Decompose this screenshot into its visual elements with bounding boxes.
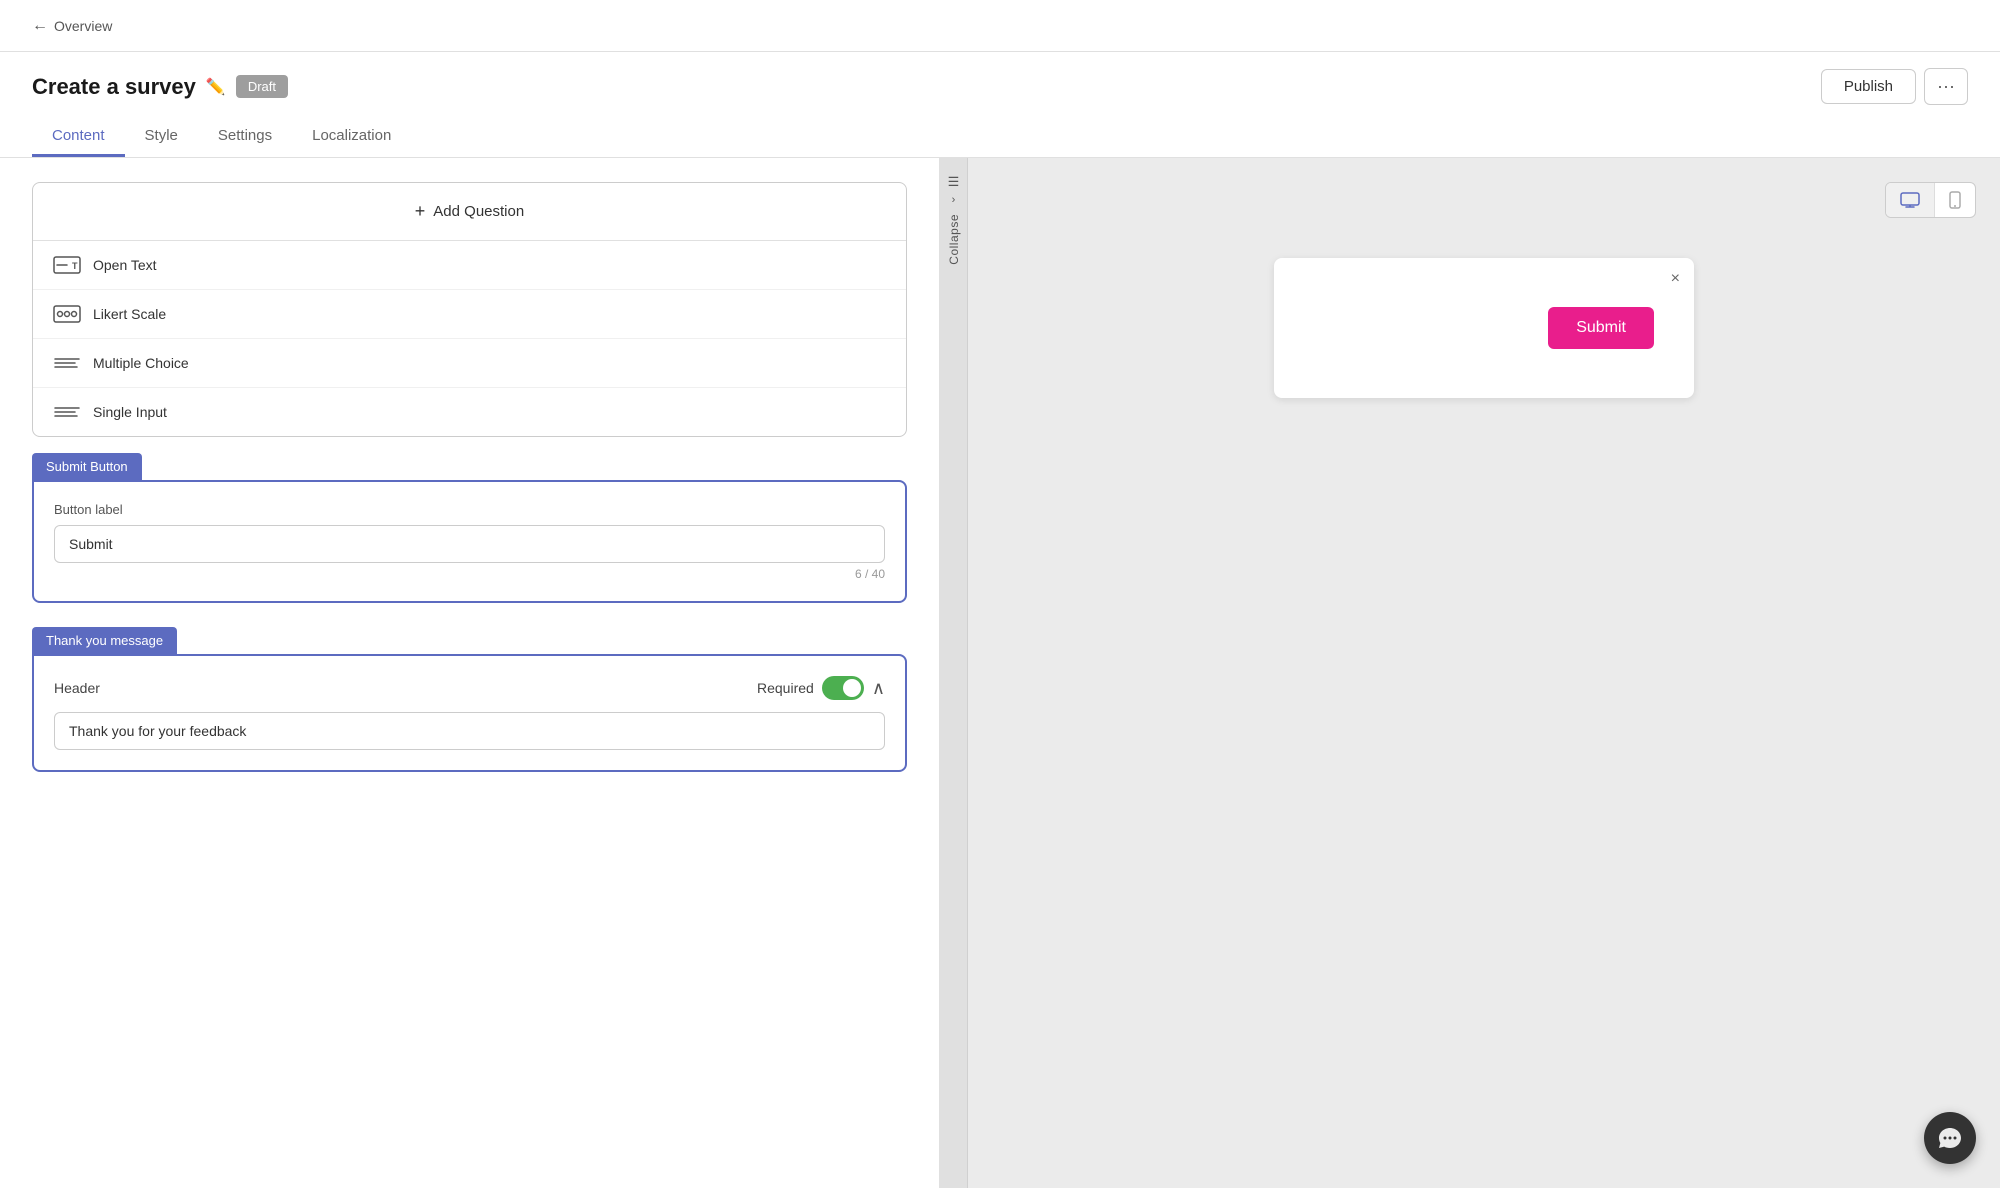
back-link[interactable]: ← Overview <box>32 17 112 35</box>
tab-content[interactable]: Content <box>32 117 125 157</box>
more-options-button[interactable]: ··· <box>1924 68 1968 105</box>
thank-you-header-input[interactable] <box>54 712 885 750</box>
tab-settings[interactable]: Settings <box>198 117 292 157</box>
add-question-button[interactable]: + Add Question <box>33 183 906 240</box>
question-type-likert[interactable]: Likert Scale <box>33 290 906 339</box>
page-header: Create a survey ✏️ Draft Publish ··· Con… <box>0 52 2000 158</box>
likert-icon <box>53 304 81 324</box>
back-link-label: Overview <box>54 18 112 34</box>
preview-close-icon[interactable]: × <box>1671 270 1680 288</box>
char-count: 6 / 40 <box>54 567 885 581</box>
thank-you-content: Header Required ∧ <box>32 654 907 772</box>
left-panel: + Add Question T Open Text <box>0 158 940 1188</box>
required-toggle-row: Required ∧ <box>757 676 885 700</box>
button-label-input[interactable] <box>54 525 885 563</box>
collapse-label: Collapse <box>947 214 961 265</box>
question-type-open-text[interactable]: T Open Text <box>33 241 906 290</box>
question-type-list: T Open Text Likert Sc <box>33 240 906 436</box>
required-text-label: Required <box>757 680 814 696</box>
question-type-multiple-choice[interactable]: Multiple Choice <box>33 339 906 388</box>
desktop-preview-button[interactable] <box>1886 183 1935 217</box>
add-question-card: + Add Question T Open Text <box>32 182 907 437</box>
multiple-choice-icon <box>53 353 81 373</box>
collapse-sidebar[interactable]: ☰ › Collapse <box>940 158 968 1188</box>
title-area: Create a survey ✏️ Draft <box>32 74 288 100</box>
header-field-label: Header <box>54 680 100 696</box>
likert-label: Likert Scale <box>93 306 166 322</box>
draft-badge: Draft <box>236 75 288 98</box>
back-arrow-icon: ← <box>32 17 48 35</box>
right-panel: × Submit <box>968 158 2000 1188</box>
tab-localization[interactable]: Localization <box>292 117 411 157</box>
tab-bar: Content Style Settings Localization <box>32 117 1968 157</box>
single-input-label: Single Input <box>93 404 167 420</box>
question-type-single-input[interactable]: Single Input <box>33 388 906 436</box>
main-layout: + Add Question T Open Text <box>0 158 2000 1188</box>
plus-icon: + <box>415 201 426 222</box>
svg-text:T: T <box>72 261 78 271</box>
multiple-choice-label: Multiple Choice <box>93 355 189 371</box>
publish-button[interactable]: Publish <box>1821 69 1916 104</box>
open-text-icon: T <box>53 255 81 275</box>
edit-title-icon[interactable]: ✏️ <box>206 77 226 97</box>
button-label-field-label: Button label <box>54 502 885 517</box>
chat-bubble[interactable] <box>1924 1112 1976 1164</box>
preview-toolbar <box>1885 182 1976 218</box>
open-text-label: Open Text <box>93 257 157 273</box>
top-nav: ← Overview <box>0 0 2000 52</box>
collapse-section-icon[interactable]: ∧ <box>872 678 885 699</box>
submit-button-content: Button label 6 / 40 <box>32 480 907 603</box>
single-input-icon <box>53 402 81 422</box>
mobile-preview-button[interactable] <box>1935 183 1975 217</box>
preview-submit-button[interactable]: Submit <box>1548 307 1654 349</box>
add-question-label: Add Question <box>433 203 524 220</box>
page-title: Create a survey <box>32 74 196 100</box>
header-actions: Publish ··· <box>1821 68 1968 105</box>
required-toggle[interactable] <box>822 676 864 700</box>
collapse-arrow-icon: › <box>952 194 956 206</box>
submit-button-tab[interactable]: Submit Button <box>32 453 142 480</box>
required-row: Header Required ∧ <box>54 676 885 700</box>
collapse-menu-icon: ☰ <box>948 174 960 190</box>
survey-preview-card: × Submit <box>1274 258 1694 398</box>
thank-you-tab[interactable]: Thank you message <box>32 627 177 654</box>
toggle-knob <box>843 679 861 697</box>
submit-button-section: Submit Button Button label 6 / 40 <box>32 453 907 603</box>
tab-style[interactable]: Style <box>125 117 198 157</box>
thank-you-section: Thank you message Header Required ∧ <box>32 627 907 772</box>
